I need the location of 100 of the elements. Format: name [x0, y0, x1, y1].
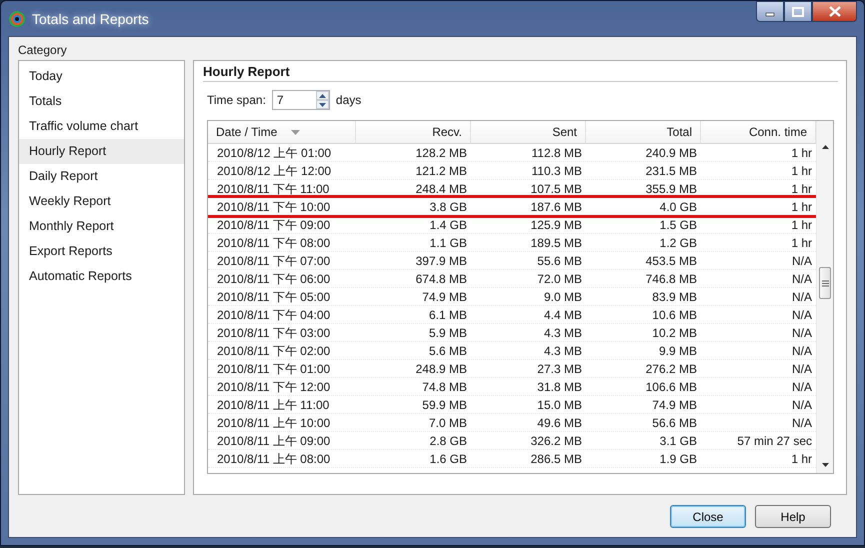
table-cell-text: 2010/8/11 上午 09:00 — [216, 433, 332, 450]
column-header[interactable]: Sent — [471, 121, 586, 143]
column-header[interactable]: Total — [586, 121, 701, 143]
dialog-button[interactable]: Close — [670, 505, 746, 528]
table-cell-text: 4.3 MB — [542, 343, 583, 360]
close-icon — [828, 6, 840, 17]
table-cell-text: 72.0 MB — [536, 271, 583, 288]
table-cell-text: 248.4 MB — [414, 181, 468, 198]
scroll-down-icon[interactable] — [822, 463, 828, 467]
table-cell-text: 59.9 MB — [421, 397, 468, 414]
table-cell-text: 10.2 MB — [651, 325, 698, 342]
table-cell-text: 2010/8/11 下午 09:00 — [216, 217, 332, 234]
category-item[interactable]: Weekly Report — [19, 189, 184, 214]
table-cell-text: 326.2 MB — [530, 433, 583, 450]
table-cell-text: 1.1 GB — [428, 235, 468, 252]
table-cell-text: N/A — [790, 325, 813, 342]
table-cell-text: 187.6 MB — [530, 199, 583, 216]
table-cell-text: 240.9 MB — [644, 145, 698, 162]
table-cell-text: 9.0 MB — [542, 289, 583, 306]
table-cell-text: N/A — [790, 289, 813, 306]
table-cell-text: 121.2 MB — [414, 163, 468, 180]
table-cell-text: 231.5 MB — [644, 163, 698, 180]
table-cell-text: 112.8 MB — [530, 145, 583, 162]
table-cell-text: 3.8 GB — [428, 199, 468, 216]
table-cell-text: 5.9 MB — [428, 325, 468, 342]
category-item[interactable]: Traffic volume chart — [19, 114, 184, 139]
table-cell-text: 1 hr — [790, 163, 813, 180]
table-cell-text: 1.6 GB — [428, 451, 468, 468]
table-cell-text: 106.6 MB — [644, 379, 698, 396]
column-header[interactable]: Date / Time — [208, 121, 356, 143]
category-label: Category — [18, 43, 67, 57]
category-item[interactable]: Automatic Reports — [19, 264, 184, 289]
dialog-button[interactable]: Help — [755, 505, 831, 528]
category-item[interactable]: Today — [19, 64, 184, 89]
table-cell-text: 1 hr — [790, 217, 813, 234]
table-cell-text: N/A — [790, 271, 813, 288]
category-item[interactable]: Export Reports — [19, 239, 184, 264]
table-cell-text: 56.6 MB — [651, 415, 698, 432]
table-cell-text: 57 min 27 sec — [736, 433, 813, 450]
table-cell-text: 74.9 MB — [651, 397, 698, 414]
table-cell-text: 1.5 GB — [658, 217, 698, 234]
category-item[interactable]: Totals — [19, 89, 184, 114]
time-span-unit: days — [336, 93, 362, 107]
spin-up-button[interactable] — [316, 91, 329, 100]
table-cell-text: 110.3 MB — [530, 163, 583, 180]
table-cell-text: N/A — [790, 397, 813, 414]
table-cell-text: 3.1 GB — [658, 433, 698, 450]
table-cell-text: 7.0 MB — [428, 415, 468, 432]
table-cell-text: 4.0 GB — [658, 199, 698, 216]
table-cell-text: 49.6 MB — [536, 415, 583, 432]
table-cell-text: 1 hr — [790, 181, 813, 198]
maximize-icon — [792, 6, 804, 16]
scroll-thumb[interactable] — [819, 267, 831, 299]
table-cell-text: 2.8 GB — [428, 433, 468, 450]
table-cell-text: 453.5 MB — [644, 253, 698, 270]
table-cell-text: 2010/8/11 下午 03:00 — [216, 325, 332, 342]
window-title: Totals and Reports — [32, 10, 150, 26]
table-cell-text: 2010/8/11 下午 10:00 — [216, 199, 332, 216]
table-cell-text: 128.2 MB — [414, 145, 468, 162]
maximize-button[interactable] — [784, 1, 812, 22]
table-cell-text: 55.6 MB — [536, 253, 583, 270]
table-cell-text: 1.2 GB — [658, 235, 698, 252]
table-cell-text: 2010/8/11 下午 01:00 — [216, 361, 332, 378]
table-cell-text: 4.3 MB — [542, 325, 583, 342]
table-cell-text: 2010/8/11 上午 08:00 — [216, 451, 332, 468]
table-cell-text: 74.9 MB — [421, 289, 468, 306]
time-span-spinner[interactable]: 7 — [272, 90, 330, 110]
table-cell-text: 1 hr — [790, 199, 813, 216]
table-cell-text: 2010/8/11 下午 07:00 — [216, 253, 332, 270]
table-cell-text: N/A — [790, 253, 813, 270]
table-cell-text: N/A — [790, 379, 813, 396]
down-arrow-icon — [318, 102, 326, 106]
category-item[interactable]: Daily Report — [19, 164, 184, 189]
table-cell-text: 189.5 MB — [530, 235, 583, 252]
table-cell-text: 2010/8/11 下午 08:00 — [216, 235, 332, 252]
table-cell-text: 74.8 MB — [421, 379, 468, 396]
table-cell-text: 6.1 MB — [428, 307, 468, 324]
column-header[interactable]: Recv. — [356, 121, 471, 143]
table-cell-text: 1.4 GB — [428, 217, 468, 234]
table-cell-text: 674.8 MB — [414, 271, 468, 288]
time-span-label: Time span: — [207, 93, 266, 107]
category-item[interactable]: Monthly Report — [19, 214, 184, 239]
scrollbar[interactable] — [816, 121, 833, 473]
minimize-button[interactable] — [756, 1, 784, 22]
scroll-up-icon[interactable] — [822, 145, 828, 149]
table-cell-text: 2010/8/11 下午 06:00 — [216, 271, 332, 288]
table-cell-text: 83.9 MB — [651, 289, 698, 306]
table-cell-text: 9.9 MB — [658, 343, 698, 360]
table-cell-text: 286.5 MB — [530, 451, 583, 468]
category-item[interactable]: Hourly Report — [19, 139, 184, 164]
table-cell-text: 397.9 MB — [414, 253, 468, 270]
table-cell-text: 2010/8/11 下午 05:00 — [216, 289, 332, 306]
up-arrow-icon — [318, 94, 326, 98]
spin-down-button[interactable] — [316, 100, 329, 109]
table-cell-text: 2010/8/11 上午 11:00 — [216, 397, 330, 414]
table-cell-text: 1 hr — [790, 451, 813, 468]
close-button[interactable] — [812, 1, 857, 22]
table-cell-text: 15.0 MB — [536, 397, 583, 414]
table-cell-text: 276.2 MB — [644, 361, 698, 378]
table-cell-text: 746.8 MB — [644, 271, 698, 288]
